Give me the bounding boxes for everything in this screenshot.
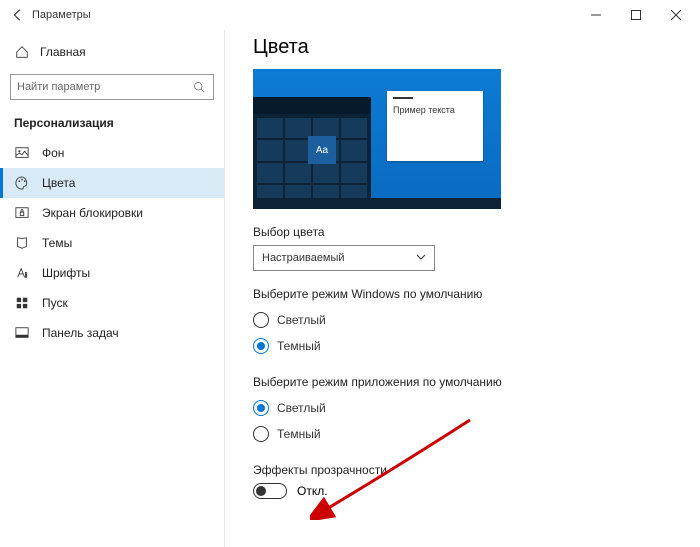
lockscreen-icon <box>14 205 30 221</box>
radio-icon <box>253 426 269 442</box>
radio-icon <box>253 338 269 354</box>
sidebar-item-background[interactable]: Фон <box>0 138 224 168</box>
window-title: Параметры <box>32 9 91 21</box>
preview-tile: Aa <box>308 136 336 164</box>
home-link[interactable]: Главная <box>0 38 224 66</box>
sidebar-item-label: Шрифты <box>42 266 90 280</box>
sidebar-item-fonts[interactable]: Шрифты <box>0 258 224 288</box>
minimize-icon <box>591 10 601 20</box>
color-mode-label: Выбор цвета <box>253 225 700 239</box>
sidebar-item-label: Пуск <box>42 296 68 310</box>
minimize-button[interactable] <box>576 1 616 29</box>
transparency-state: Откл. <box>297 484 328 498</box>
sidebar-item-themes[interactable]: Темы <box>0 228 224 258</box>
picture-icon <box>14 145 30 161</box>
sidebar-item-label: Панель задач <box>42 326 119 340</box>
app-mode-dark[interactable]: Темный <box>253 421 700 447</box>
sidebar-item-lockscreen[interactable]: Экран блокировки <box>0 198 224 228</box>
home-icon <box>14 44 30 60</box>
home-label: Главная <box>40 45 86 59</box>
page-title: Цвета <box>253 36 700 59</box>
sidebar: Главная Найти параметр Персонализация Фо… <box>0 30 225 547</box>
taskbar-icon <box>14 325 30 341</box>
search-icon <box>191 79 207 95</box>
sidebar-item-label: Темы <box>42 236 72 250</box>
app-mode-label: Выберите режим приложения по умолчанию <box>253 375 700 389</box>
sidebar-item-label: Экран блокировки <box>42 206 143 220</box>
color-mode-select[interactable]: Настраиваемый <box>253 245 435 271</box>
maximize-icon <box>631 10 641 20</box>
sidebar-item-label: Цвета <box>42 176 75 190</box>
transparency-toggle[interactable]: Откл. <box>253 483 700 499</box>
search-placeholder: Найти параметр <box>17 81 191 93</box>
close-button[interactable] <box>656 1 696 29</box>
preview-window: Пример текста <box>387 91 483 161</box>
windows-mode-label: Выберите режим Windows по умолчанию <box>253 287 700 301</box>
toggle-track-icon <box>253 483 287 499</box>
color-preview: Aa Пример текста <box>253 69 501 209</box>
arrow-left-icon <box>11 8 25 22</box>
search-input[interactable]: Найти параметр <box>10 74 214 100</box>
palette-icon <box>14 175 30 191</box>
radio-icon <box>253 312 269 328</box>
category-header: Персонализация <box>0 112 224 138</box>
transparency-label: Эффекты прозрачности <box>253 463 700 477</box>
windows-mode-dark[interactable]: Темный <box>253 333 700 359</box>
maximize-button[interactable] <box>616 1 656 29</box>
app-mode-light[interactable]: Светлый <box>253 395 700 421</box>
color-mode-value: Настраиваемый <box>262 252 345 264</box>
back-button[interactable] <box>4 1 32 29</box>
fonts-icon <box>14 265 30 281</box>
sidebar-item-label: Фон <box>42 146 64 160</box>
sidebar-item-start[interactable]: Пуск <box>0 288 224 318</box>
themes-icon <box>14 235 30 251</box>
radio-icon <box>253 400 269 416</box>
sidebar-item-colors[interactable]: Цвета <box>0 168 224 198</box>
sidebar-item-taskbar[interactable]: Панель задач <box>0 318 224 348</box>
start-icon <box>14 295 30 311</box>
close-icon <box>671 10 681 20</box>
windows-mode-light[interactable]: Светлый <box>253 307 700 333</box>
content: Цвета Aa Пример текста Выбор цвета Настр… <box>225 30 700 547</box>
chevron-down-icon <box>416 252 426 265</box>
